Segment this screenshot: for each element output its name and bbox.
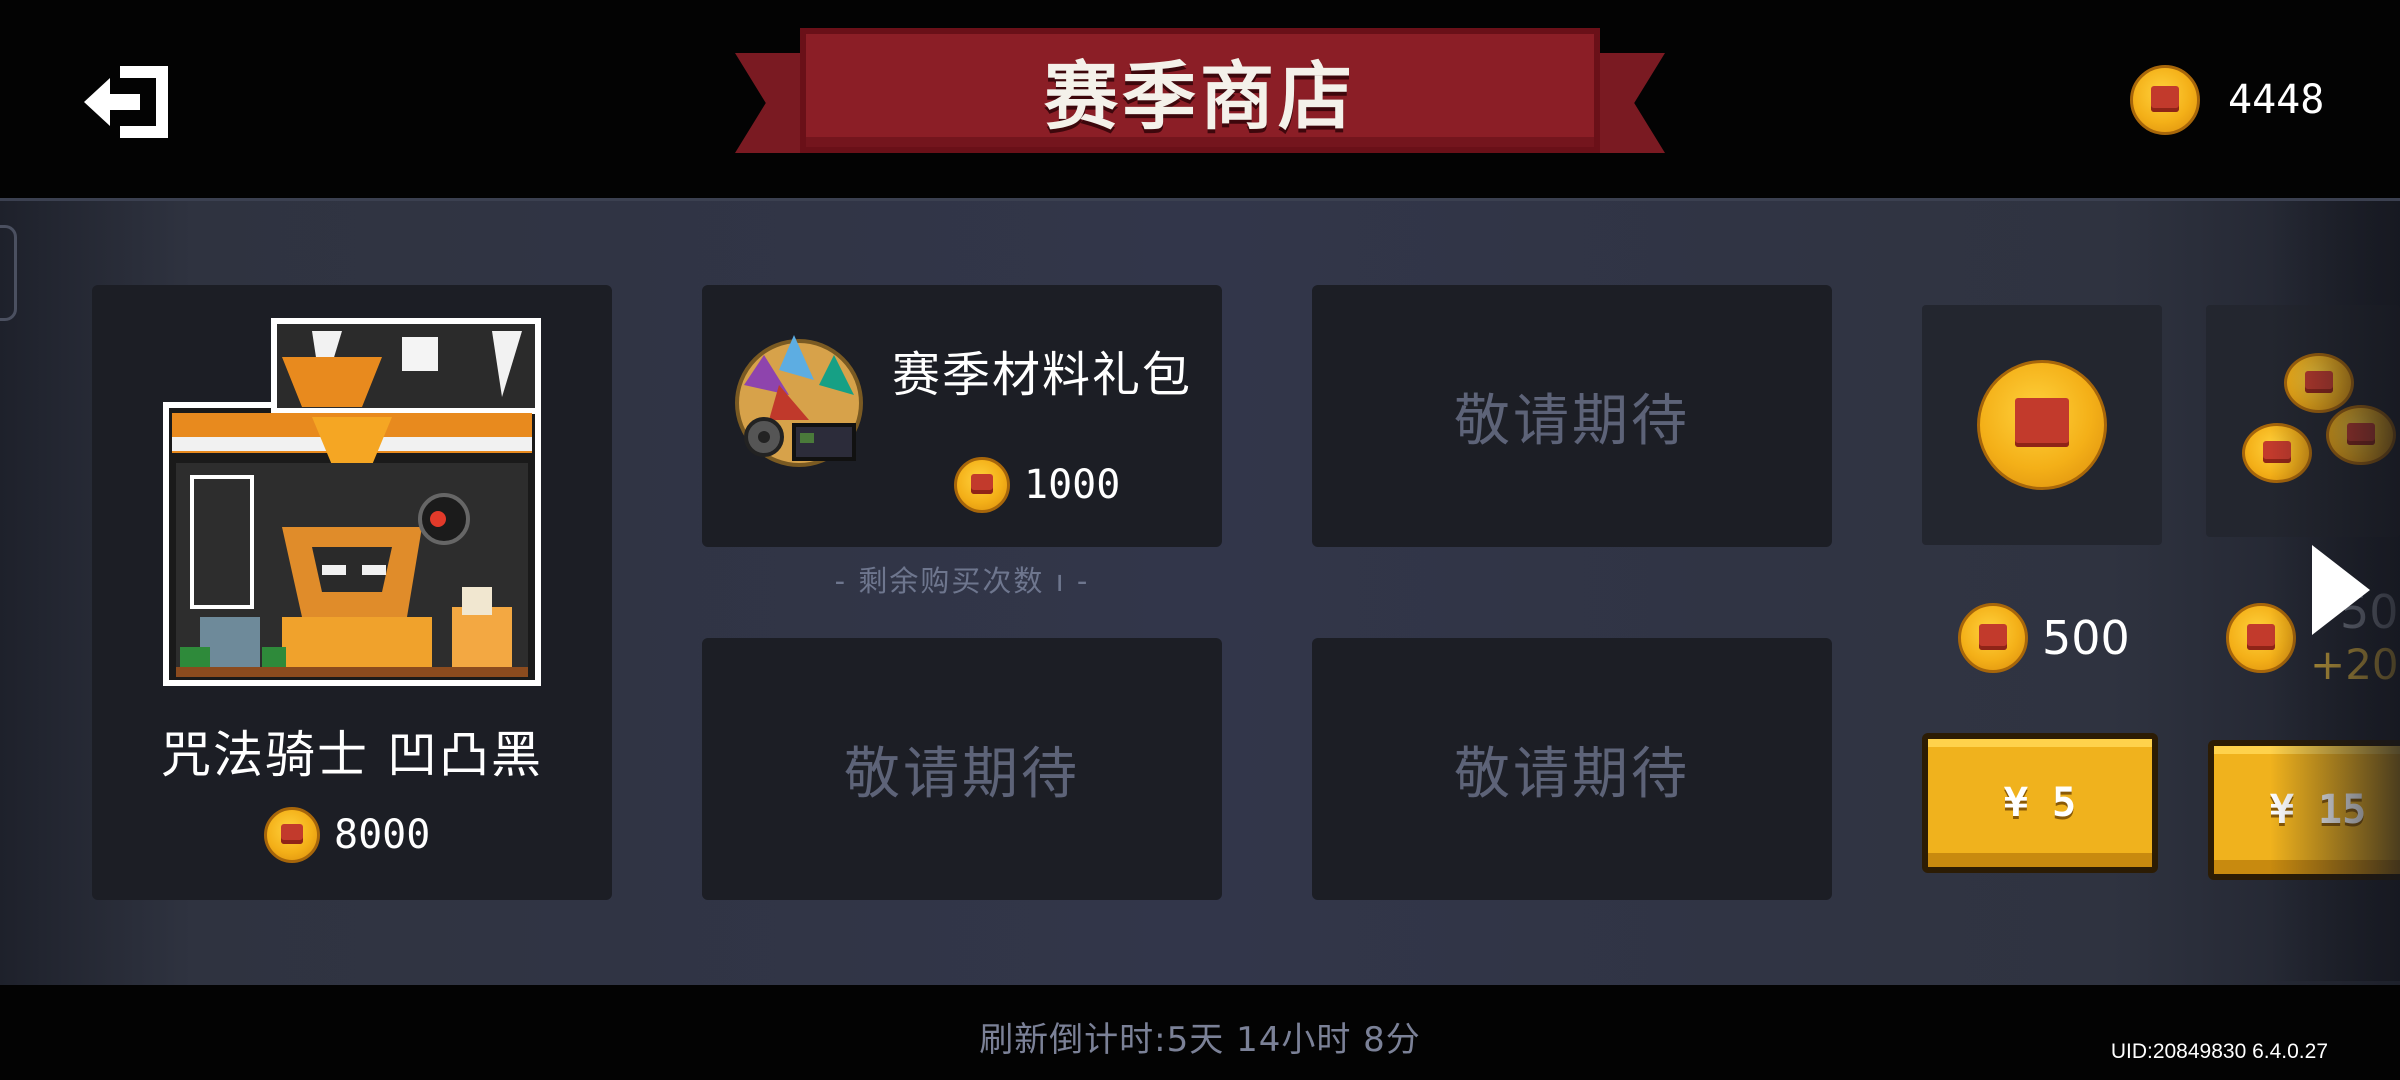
coming-soon-slot: 敬请期待 [702,638,1222,900]
gold-coin-icon [2226,603,2296,673]
coin-offer-amount [2226,603,2296,673]
coin-offer-amount-value: 500 [2042,611,2130,665]
exit-button[interactable] [80,52,180,152]
material-pack-name: 赛季材料礼包 [892,347,1193,403]
currency-display: 4448 [2130,60,2324,140]
skin-item-card[interactable]: 咒法骑士 凹凸黑 8000 [92,285,612,900]
material-pack-price-value: 1000 [1024,462,1121,508]
coin-offer-amount: 500 [1958,603,2130,673]
skin-price-value: 8000 [334,812,431,858]
coin-offer-image [1922,305,2162,545]
gold-coin-icon [2242,423,2312,483]
exit-icon [84,66,168,138]
gold-coin-icon [2284,353,2354,413]
gold-coin-icon [2130,65,2200,135]
gold-coin-icon [1958,603,2028,673]
skin-price: 8000 [264,807,430,863]
bonus-amount: +20 [2310,640,2399,689]
coming-soon-label: 敬请期待 [1454,388,1690,454]
skin-name: 咒法骑士 凹凸黑 [161,726,543,784]
uid-version-label: UID:20849830 6.4.0.27 [2110,1040,2328,1063]
buy-coins-button[interactable]: ¥ 15 [2208,740,2400,880]
material-pack-icon [735,335,863,467]
coming-soon-label: 敬请期待 [844,741,1080,807]
coin-pile-offer-image [2206,305,2400,537]
currency-amount: 4448 [2228,77,2325,123]
material-pack-card[interactable]: 赛季材料礼包 1000 [702,285,1222,547]
refresh-countdown: 刷新倒计时:5天 14小时 8分 [979,1020,1421,1060]
coming-soon-label: 敬请期待 [1454,741,1690,807]
title-banner: 赛季商店 [735,28,1665,178]
buy-coins-button[interactable]: ¥ 5 [1922,733,2158,873]
banner-body: 赛季商店 [800,28,1600,153]
gold-coin-icon [2326,405,2396,465]
side-tab-handle[interactable] [0,225,17,321]
remaining-purchases-label: - 剩余购买次数 ı - [834,564,1090,598]
material-pack-price: 1000 [954,457,1120,513]
coming-soon-slot: 敬请期待 [1312,285,1832,547]
buy-coins-price: ¥ 15 [2269,787,2367,833]
buy-coins-price: ¥ 5 [2003,780,2077,826]
scroll-right-arrow-icon[interactable] [2312,545,2370,635]
large-gold-coin-icon [1977,360,2107,490]
page-title: 赛季商店 [1044,54,1356,140]
gold-coin-icon [264,807,320,863]
gold-coin-icon [954,457,1010,513]
knight-skin-portrait-icon [163,318,541,686]
coming-soon-slot: 敬请期待 [1312,638,1832,900]
